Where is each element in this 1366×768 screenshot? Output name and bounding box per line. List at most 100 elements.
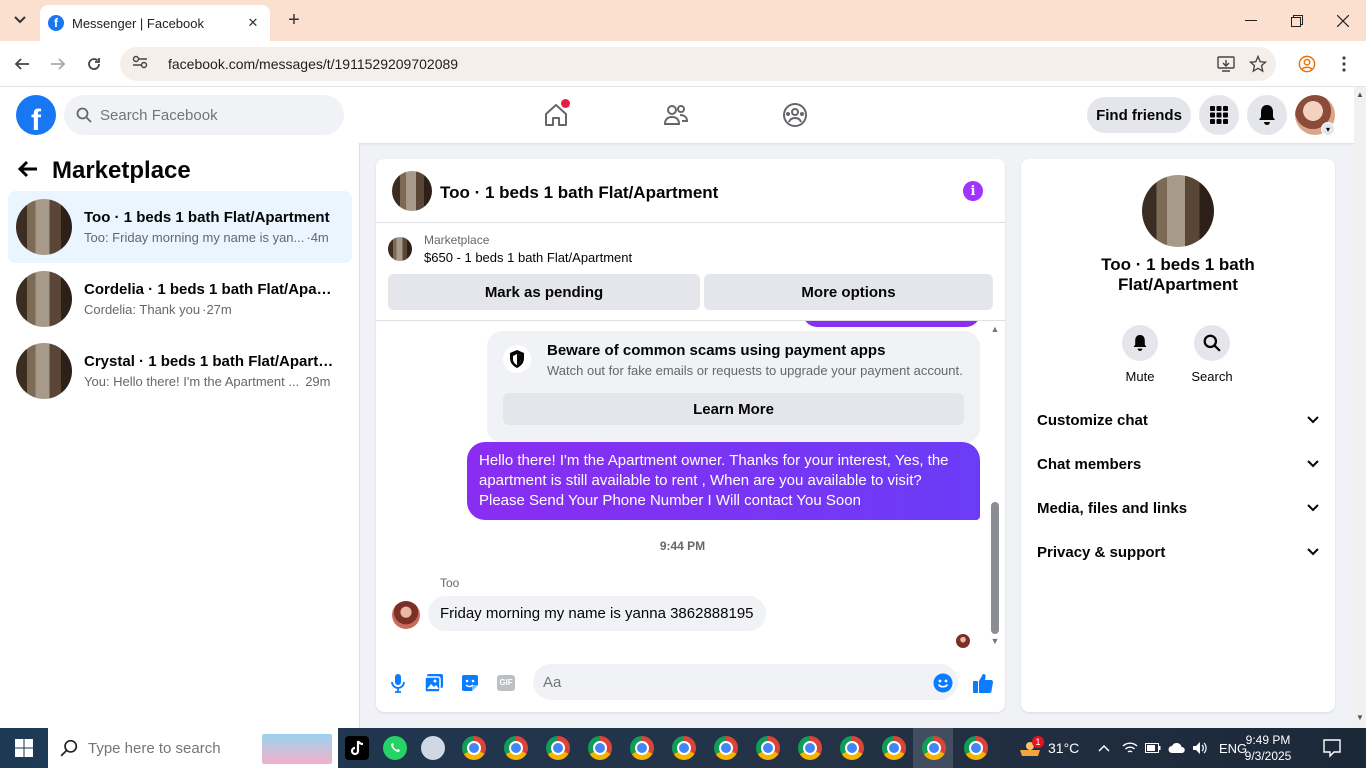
onedrive-icon[interactable] [1168, 728, 1186, 768]
show-hidden-icons[interactable] [1098, 728, 1110, 768]
menu-button[interactable] [1199, 95, 1239, 135]
privacy-support-section[interactable]: Privacy & support [1037, 534, 1319, 570]
listing-summary[interactable]: Marketplace $650 - 1 beds 1 bath Flat/Ap… [388, 233, 632, 265]
chrome-icon[interactable] [840, 736, 864, 760]
page-scrollbar[interactable]: ▲ ▼ [1354, 87, 1366, 728]
groups-icon [783, 103, 807, 127]
chrome-icon[interactable] [756, 736, 780, 760]
tiktok-icon[interactable] [345, 736, 369, 760]
forward-button[interactable] [46, 52, 70, 76]
gif-button[interactable]: GIF [494, 671, 518, 695]
learn-more-button[interactable]: Learn More [503, 393, 964, 425]
facebook-search[interactable] [64, 95, 344, 135]
profile-icon[interactable] [1295, 52, 1319, 76]
facebook-search-input[interactable] [100, 106, 320, 124]
notifications-button[interactable] [1247, 95, 1287, 135]
wifi-icon[interactable] [1122, 728, 1138, 768]
media-files-links-section[interactable]: Media, files and links [1037, 490, 1319, 526]
bookmark-star-icon[interactable] [1246, 52, 1270, 76]
taskbar-search[interactable] [48, 728, 338, 768]
chrome-icon[interactable] [630, 736, 654, 760]
app-icon[interactable] [421, 736, 445, 760]
chrome-icon[interactable] [588, 736, 612, 760]
chrome-icon[interactable] [504, 736, 528, 760]
sender-avatar[interactable] [392, 601, 420, 629]
chat-title[interactable]: Too · 1 beds 1 bath Flat/Apartment [440, 183, 718, 203]
sticker-icon[interactable] [458, 671, 482, 695]
info-icon[interactable]: i [963, 181, 983, 201]
chat-members-section[interactable]: Chat members [1037, 446, 1319, 482]
customize-chat-section[interactable]: Customize chat [1037, 402, 1319, 438]
outgoing-message-bubble[interactable]: Hello there! I'm the Apartment owner. Th… [467, 442, 980, 520]
message-input[interactable] [543, 673, 913, 691]
install-app-icon[interactable] [1214, 52, 1238, 76]
shield-icon [503, 345, 531, 373]
mute-button[interactable]: Mute [1112, 325, 1168, 384]
tab-search-button[interactable] [8, 8, 32, 32]
reload-button[interactable] [82, 52, 106, 76]
conversation-name: Too · 1 beds 1 bath Flat/Apartment [84, 209, 330, 226]
groups-nav-button[interactable] [779, 99, 811, 131]
chrome-icon[interactable] [798, 736, 822, 760]
back-arrow-icon[interactable] [17, 157, 38, 185]
notification-dot [561, 99, 570, 108]
mark-as-pending-button[interactable]: Mark as pending [388, 274, 700, 310]
search-highlight-image [262, 734, 332, 764]
message-scrollbar[interactable]: ▲ ▼ [988, 324, 1002, 646]
listing-thumbnail [16, 343, 72, 399]
start-button[interactable] [0, 728, 48, 768]
conversation-snippet: You: Hello there! I'm the Apartment ... [84, 374, 300, 389]
restore-button[interactable] [1274, 0, 1320, 41]
clock[interactable]: 9:49 PM 9/3/2025 [1228, 732, 1308, 764]
weather-widget[interactable]: 1 31°C [1018, 728, 1079, 768]
page-title: Marketplace [52, 157, 191, 184]
search-in-conversation-button[interactable]: Search [1184, 325, 1240, 384]
chrome-icon[interactable] [714, 736, 738, 760]
back-button[interactable] [10, 52, 34, 76]
incoming-message-bubble[interactable]: Friday morning my name is yanna 38628881… [428, 596, 766, 631]
chrome-icon[interactable] [964, 736, 988, 760]
chrome-icon[interactable] [882, 736, 906, 760]
chat-avatar[interactable] [392, 171, 432, 211]
site-settings-icon[interactable] [132, 55, 150, 73]
microphone-icon[interactable] [386, 671, 410, 695]
taskbar-search-input[interactable] [88, 739, 268, 757]
conversation-time: 29m [305, 374, 331, 389]
chrome-icon[interactable] [922, 736, 946, 760]
grid-menu-icon [1210, 106, 1228, 124]
whatsapp-icon[interactable] [383, 736, 407, 760]
scroll-up-icon[interactable]: ▲ [1356, 90, 1364, 99]
emoji-icon[interactable] [931, 671, 955, 695]
conversation-item[interactable]: Crystal · 1 beds 1 bath Flat/Apartm... Y… [8, 335, 352, 407]
listing-price: $650 - 1 beds 1 bath Flat/Apartment [424, 250, 633, 265]
find-friends-button[interactable]: Find friends [1087, 97, 1191, 133]
scroll-up-icon[interactable]: ▲ [990, 324, 1000, 334]
battery-icon[interactable] [1145, 728, 1161, 768]
thumbs-up-icon[interactable] [971, 671, 995, 695]
scroll-down-icon[interactable]: ▼ [1356, 713, 1364, 722]
omnibox[interactable]: facebook.com/messages/t/1911529209702089 [120, 47, 1276, 81]
chrome-icon[interactable] [462, 736, 486, 760]
chrome-icon[interactable] [546, 736, 570, 760]
browser-tab[interactable]: f Messenger | Facebook ✕ [40, 5, 270, 41]
conversation-item[interactable]: Too · 1 beds 1 bath Flat/Apartment Too: … [8, 191, 352, 263]
conversation-item[interactable]: Cordelia · 1 beds 1 bath Flat/Apart... C… [8, 263, 352, 335]
volume-icon[interactable] [1192, 728, 1208, 768]
chrome-icon[interactable] [672, 736, 696, 760]
close-window-button[interactable] [1320, 0, 1366, 41]
tab-close-icon[interactable]: ✕ [244, 15, 262, 31]
account-chevron-icon[interactable]: ▾ [1321, 122, 1335, 136]
scroll-down-icon[interactable]: ▼ [990, 636, 1000, 646]
notification-center-icon[interactable] [1322, 738, 1342, 758]
home-nav-button[interactable] [540, 99, 572, 131]
friends-nav-button[interactable] [660, 99, 692, 131]
minimize-button[interactable] [1228, 0, 1274, 41]
scrollbar-thumb[interactable] [991, 502, 999, 634]
new-tab-button[interactable]: + [282, 8, 306, 32]
facebook-logo-icon[interactable]: f [16, 95, 56, 135]
photo-icon[interactable] [422, 671, 446, 695]
more-options-button[interactable]: More options [704, 274, 993, 310]
browser-menu-icon[interactable] [1332, 52, 1356, 76]
windows-logo-icon [15, 739, 33, 757]
message-input-box[interactable] [533, 664, 958, 700]
